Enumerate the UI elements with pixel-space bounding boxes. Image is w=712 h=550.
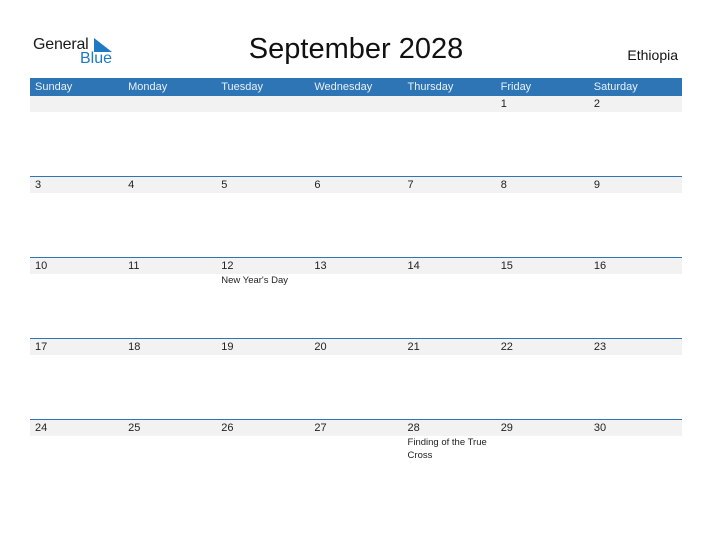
day-cell: 13 (309, 258, 402, 338)
day-number: 3 (35, 179, 42, 191)
week-row: 24 25 26 27 28 Finding of the True Cross 29 30 (30, 419, 682, 501)
day-cell: 22 (496, 339, 589, 419)
day-number: 28 (407, 422, 420, 434)
weekday-tuesday: Tuesday (221, 81, 264, 93)
day-cell: 5 (216, 177, 309, 257)
day-cell: 18 (123, 339, 216, 419)
day-cell: 3 (30, 177, 123, 257)
day-number: 5 (221, 179, 228, 191)
day-number: 26 (221, 422, 234, 434)
day-number: 14 (407, 260, 420, 272)
day-number: 11 (128, 260, 140, 272)
day-cell: 21 (403, 339, 496, 419)
day-cell: 28 Finding of the True Cross (403, 420, 496, 500)
day-cell: 26 (216, 420, 309, 500)
day-cell (216, 96, 309, 176)
day-number: 29 (500, 422, 513, 434)
week-row: 12 (30, 96, 682, 177)
day-number: 24 (35, 422, 48, 434)
day-cell: 12 New Year's Day (216, 258, 309, 338)
day-cell: 24 (30, 420, 123, 500)
weekday-sunday: Sunday (35, 81, 73, 93)
day-number: 2 (593, 98, 600, 110)
day-cell: 8 (496, 177, 589, 257)
day-number: 21 (407, 341, 420, 353)
day-cell: 2 (589, 96, 682, 176)
day-cell: 6 (309, 177, 402, 257)
day-number: 16 (593, 260, 607, 272)
country-label: Ethiopia (627, 47, 678, 63)
holiday-event: Finding of the True Cross (407, 437, 487, 461)
weekday-header: Sunday Monday Tuesday Wednesday Thursday… (30, 78, 682, 96)
day-number: 6 (314, 179, 321, 191)
holiday-event: New Year's Day (221, 275, 289, 286)
day-number: 30 (593, 422, 607, 434)
day-cell: 25 (123, 420, 216, 500)
day-number: 20 (314, 341, 327, 353)
day-cell: 14 (403, 258, 496, 338)
day-number: 15 (500, 260, 513, 272)
day-number: 9 (593, 179, 600, 191)
day-cell: 7 (403, 177, 496, 257)
day-number: 17 (35, 341, 48, 353)
day-number: 25 (128, 422, 141, 434)
weekday-friday: Friday (500, 81, 532, 93)
day-number: 13 (314, 260, 327, 272)
day-number: 22 (500, 341, 513, 353)
day-number: 27 (314, 422, 327, 434)
day-cell: 4 (123, 177, 216, 257)
day-cell (123, 96, 216, 176)
day-cell: 9 (589, 177, 682, 257)
day-cell: 11 (123, 258, 216, 338)
day-number: 4 (128, 179, 135, 191)
calendar-title: September 2028 (248, 33, 464, 65)
day-cell: 27 (309, 420, 402, 500)
weekday-thursday: Thursday (407, 81, 454, 93)
day-number: 8 (500, 179, 507, 191)
day-cell: 1 (496, 96, 589, 176)
day-cell (403, 96, 496, 176)
week-row: 10 11 12 New Year's Day 13 14 15 16 (30, 257, 682, 339)
day-number: 19 (221, 341, 234, 353)
day-cell: 19 (216, 339, 309, 419)
day-cell (30, 96, 123, 176)
day-cell: 15 (496, 258, 589, 338)
day-cell: 30 (589, 420, 682, 500)
day-cell: 16 (589, 258, 682, 338)
week-row: 3 4 5 6 7 8 9 (30, 176, 682, 258)
day-number: 18 (128, 341, 141, 353)
week-row: 17 18 19 20 21 22 23 (30, 338, 682, 420)
day-cell: 10 (30, 258, 123, 338)
day-cell: 29 (496, 420, 589, 500)
day-cell (309, 96, 402, 176)
weekday-wednesday: Wednesday (314, 81, 373, 93)
day-number: 7 (407, 179, 414, 191)
day-cell: 17 (30, 339, 123, 419)
day-cell: 20 (309, 339, 402, 419)
weekday-monday: Monday (128, 81, 168, 93)
day-cell: 23 (589, 339, 682, 419)
day-number: 1 (500, 98, 507, 110)
day-number: 10 (35, 260, 48, 272)
day-number: 12 (221, 260, 234, 272)
weekday-saturday: Saturday (593, 81, 638, 93)
day-number: 23 (593, 341, 607, 353)
